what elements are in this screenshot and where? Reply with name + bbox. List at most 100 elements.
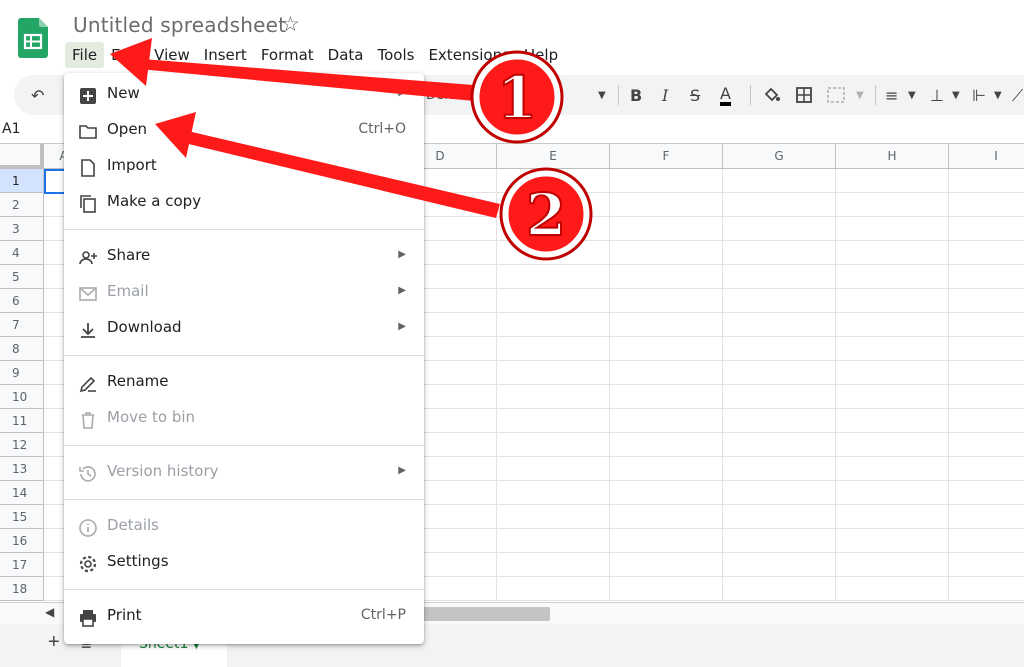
row-header-16[interactable]: 16 [0, 529, 44, 553]
column-header-f[interactable]: F [610, 144, 723, 169]
column-header-g[interactable]: G [723, 144, 836, 169]
menu-item-label: Share [107, 246, 151, 264]
column-header-e[interactable]: E [497, 144, 610, 169]
column-gridline [496, 169, 497, 601]
star-icon[interactable]: ☆ [281, 12, 300, 37]
row-header-8[interactable]: 8 [0, 337, 44, 361]
menu-divider [64, 499, 424, 500]
menu-item-version-history[interactable]: Version history ▶ [64, 455, 424, 491]
trash-icon [82, 412, 94, 429]
menu-view[interactable]: View [147, 42, 197, 68]
strikethrough-icon[interactable]: S [690, 86, 700, 105]
menu-item-share[interactable]: Share ▶ [64, 239, 424, 275]
menu-insert[interactable]: Insert [197, 42, 254, 68]
row-header-3[interactable]: 3 [0, 217, 44, 241]
column-gridline [835, 169, 836, 601]
font-size-input[interactable]: 10 [546, 88, 563, 103]
copy-icon [80, 195, 96, 213]
gear-icon [79, 555, 97, 573]
menu-item-make-a-copy[interactable]: Make a copy [64, 185, 424, 221]
menu-help[interactable]: Help [517, 42, 565, 68]
sheets-logo-icon[interactable] [18, 18, 48, 58]
menu-item-label: Settings [107, 552, 169, 570]
download-icon [81, 323, 95, 338]
file-menu: New ▶ Open Ctrl+O Import Make a copy Sha… [64, 73, 424, 644]
row-header-6[interactable]: 6 [0, 289, 44, 313]
chevron-down-icon[interactable]: ▼ [994, 90, 1002, 101]
document-title[interactable]: Untitled spreadsheet [73, 13, 286, 37]
menu-item-label: Open [107, 120, 148, 138]
font-family-select[interactable]: Default (Ari... [426, 88, 513, 103]
menu-item-details[interactable]: Details [64, 509, 424, 545]
scrollbar-thumb[interactable] [420, 607, 550, 621]
text-wrap-icon[interactable]: ⊩ [972, 86, 986, 105]
text-rotation-icon[interactable]: ⟋ [1012, 86, 1023, 106]
menu-item-label: Import [107, 156, 157, 174]
menu-divider [64, 589, 424, 590]
menu-extensions[interactable]: Extensions [421, 42, 516, 68]
history-icon [79, 466, 96, 482]
vertical-align-icon[interactable]: ⊥ [930, 86, 944, 105]
menu-item-rename[interactable]: Rename [64, 365, 424, 401]
menu-edit[interactable]: Edit [104, 42, 147, 68]
menu-format[interactable]: Format [254, 42, 321, 68]
menu-item-download[interactable]: Download ▶ [64, 311, 424, 347]
borders-icon[interactable] [794, 85, 814, 105]
column-header-h[interactable]: H [836, 144, 949, 169]
align-left-icon[interactable]: ≡ [885, 86, 898, 105]
row-header-4[interactable]: 4 [0, 241, 44, 265]
menu-item-import[interactable]: Import [64, 149, 424, 185]
row-header-17[interactable]: 17 [0, 553, 44, 577]
row-header-11[interactable]: 11 [0, 409, 44, 433]
menu-divider [64, 355, 424, 356]
file-icon [81, 159, 95, 177]
menu-divider [64, 445, 424, 446]
row-header-18[interactable]: 18 [0, 577, 44, 601]
chevron-down-icon[interactable]: ▼ [856, 90, 864, 101]
chevron-down-icon[interactable]: ▼ [952, 90, 960, 101]
bold-icon[interactable]: B [630, 86, 642, 105]
menu-item-move-to-bin[interactable]: Move to bin [64, 401, 424, 437]
menu-item-settings[interactable]: Settings [64, 545, 424, 581]
row-header-9[interactable]: 9 [0, 361, 44, 385]
submenu-arrow-icon: ▶ [398, 285, 406, 296]
menu-item-label: Details [107, 516, 160, 534]
rename-icon [79, 376, 96, 393]
select-all-corner[interactable] [0, 144, 44, 169]
menu-item-email[interactable]: Email ▶ [64, 275, 424, 311]
fill-color-icon[interactable] [762, 85, 782, 105]
menu-item-label: Version history [107, 462, 219, 480]
merge-cells-icon[interactable] [826, 85, 848, 105]
row-header-12[interactable]: 12 [0, 433, 44, 457]
menu-item-new[interactable]: New ▶ [64, 77, 424, 113]
add-sheet-icon[interactable]: + [48, 631, 60, 654]
row-header-10[interactable]: 10 [0, 385, 44, 409]
menu-tools[interactable]: Tools [371, 42, 422, 68]
print-icon [80, 610, 96, 627]
menu-item-label: Move to bin [107, 408, 196, 426]
email-icon [79, 287, 97, 301]
column-header-i[interactable]: I [949, 144, 1024, 169]
row-header-7[interactable]: 7 [0, 313, 44, 337]
menu-file[interactable]: File [65, 42, 105, 68]
column-gridline [948, 169, 949, 601]
chevron-left-icon[interactable]: ◀ [45, 605, 54, 619]
add-person-icon [79, 251, 97, 265]
name-box[interactable]: A1 [2, 121, 20, 137]
row-header-14[interactable]: 14 [0, 481, 44, 505]
row-header-13[interactable]: 13 [0, 457, 44, 481]
folder-icon [79, 125, 97, 139]
row-header-2[interactable]: 2 [0, 193, 44, 217]
chevron-down-icon[interactable]: ▼ [598, 90, 606, 101]
submenu-arrow-icon: ▶ [398, 87, 406, 98]
row-header-1[interactable]: 1 [0, 169, 44, 193]
row-header-5[interactable]: 5 [0, 265, 44, 289]
menu-item-print[interactable]: Print Ctrl+P [64, 599, 424, 635]
text-color-icon[interactable]: A [720, 86, 731, 106]
chevron-down-icon[interactable]: ▼ [908, 90, 916, 101]
italic-icon[interactable]: I [662, 86, 668, 105]
row-header-15[interactable]: 15 [0, 505, 44, 529]
menu-item-open[interactable]: Open Ctrl+O [64, 113, 424, 149]
menu-data[interactable]: Data [321, 42, 371, 68]
undo-icon[interactable]: ↶ [31, 86, 44, 105]
